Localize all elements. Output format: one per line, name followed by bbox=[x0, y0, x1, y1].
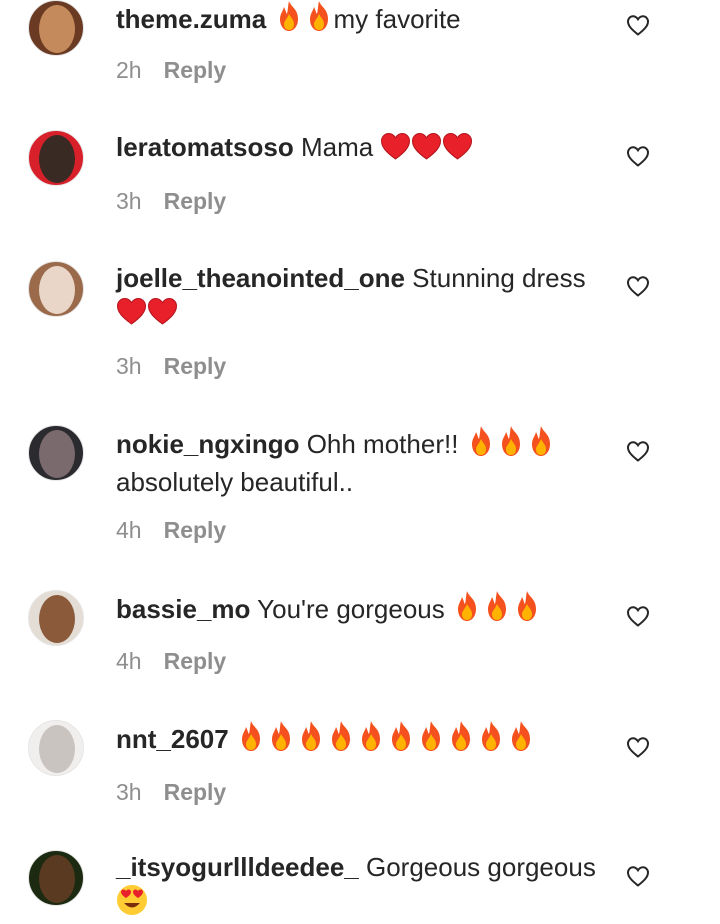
comment-text: Gorgeous gorgeous bbox=[358, 852, 596, 882]
comment-username[interactable]: leratomatsoso bbox=[116, 132, 294, 162]
fire-emoji-icon bbox=[304, 0, 334, 40]
emoji-group bbox=[452, 591, 542, 624]
avatar[interactable] bbox=[28, 720, 84, 776]
heart-eyes-emoji-icon bbox=[116, 884, 148, 924]
comment-time: 2h bbox=[116, 57, 142, 83]
emoji-group bbox=[274, 1, 334, 34]
comment-username[interactable]: nnt_2607 bbox=[116, 724, 229, 754]
comment-meta: 3h Reply bbox=[116, 779, 226, 806]
comment-username[interactable]: nokie_ngxingo bbox=[116, 429, 299, 459]
reply-button[interactable]: Reply bbox=[164, 57, 227, 83]
comment-meta: 4h Reply bbox=[116, 517, 226, 544]
fire-emoji-icon bbox=[506, 720, 536, 760]
avatar[interactable] bbox=[28, 850, 84, 906]
fire-emoji-icon bbox=[296, 720, 326, 760]
fire-emoji-icon bbox=[416, 720, 446, 760]
comment-meta: 2h Reply bbox=[116, 57, 226, 84]
fire-emoji-icon bbox=[274, 0, 304, 40]
fire-emoji-icon bbox=[356, 720, 386, 760]
red-heart-emoji-icon bbox=[442, 132, 473, 168]
comment-username[interactable]: joelle_theanointed_one bbox=[116, 263, 405, 293]
comment-body: bassie_mo You're gorgeous bbox=[116, 590, 596, 630]
comment-meta: 3h Reply bbox=[116, 188, 226, 215]
comment-time: 4h bbox=[116, 648, 142, 674]
reply-button[interactable]: Reply bbox=[164, 353, 227, 379]
comment-meta: 3h Reply bbox=[116, 353, 226, 380]
fire-emoji-icon bbox=[386, 720, 416, 760]
comment-time: 3h bbox=[116, 188, 142, 214]
fire-emoji-icon bbox=[266, 720, 296, 760]
comment-time: 3h bbox=[116, 353, 142, 379]
fire-emoji-icon bbox=[466, 425, 496, 465]
like-heart-icon[interactable] bbox=[626, 145, 650, 167]
comment-text bbox=[229, 724, 236, 754]
avatar[interactable] bbox=[28, 0, 84, 56]
fire-emoji-icon bbox=[482, 590, 512, 630]
fire-emoji-icon bbox=[512, 590, 542, 630]
comment-username[interactable]: bassie_mo bbox=[116, 594, 250, 624]
fire-emoji-icon bbox=[236, 720, 266, 760]
comment-meta: 4h Reply bbox=[116, 648, 226, 675]
emoji-group bbox=[466, 426, 556, 459]
like-heart-icon[interactable] bbox=[626, 605, 650, 627]
comment-time: 4h bbox=[116, 517, 142, 543]
emoji-group bbox=[380, 132, 473, 162]
red-heart-emoji-icon bbox=[116, 297, 147, 333]
comment-body: nnt_2607 bbox=[116, 720, 596, 760]
like-heart-icon[interactable] bbox=[626, 440, 650, 462]
emoji-group bbox=[116, 295, 596, 333]
like-heart-icon[interactable] bbox=[626, 14, 650, 36]
avatar[interactable] bbox=[28, 590, 84, 646]
avatar[interactable] bbox=[28, 130, 84, 186]
comment-body: _itsyogurllldeedee_ Gorgeous gorgeous bbox=[116, 850, 596, 924]
fire-emoji-icon bbox=[446, 720, 476, 760]
comment-body: nokie_ngxingo Ohh mother!! absolutely be… bbox=[116, 425, 596, 499]
comment-text: You're gorgeous bbox=[250, 594, 452, 624]
red-heart-emoji-icon bbox=[147, 297, 178, 333]
like-heart-icon[interactable] bbox=[626, 736, 650, 758]
comment-username[interactable]: theme.zuma bbox=[116, 4, 266, 34]
comment-text: absolutely beautiful.. bbox=[116, 467, 354, 497]
fire-emoji-icon bbox=[476, 720, 506, 760]
fire-emoji-icon bbox=[496, 425, 526, 465]
avatar[interactable] bbox=[28, 261, 84, 317]
like-heart-icon[interactable] bbox=[626, 275, 650, 297]
comment-body: theme.zuma my favorite bbox=[116, 0, 596, 40]
reply-button[interactable]: Reply bbox=[164, 517, 227, 543]
reply-button[interactable]: Reply bbox=[164, 779, 227, 805]
comment-body: joelle_theanointed_one Stunning dress bbox=[116, 261, 596, 333]
emoji-group bbox=[236, 721, 536, 754]
comment-text: Mama bbox=[293, 132, 381, 162]
reply-button[interactable]: Reply bbox=[164, 188, 227, 214]
fire-emoji-icon bbox=[326, 720, 356, 760]
like-heart-icon[interactable] bbox=[626, 865, 650, 887]
reply-button[interactable]: Reply bbox=[164, 648, 227, 674]
comment-body: leratomatsoso Mama bbox=[116, 130, 596, 168]
fire-emoji-icon bbox=[526, 425, 556, 465]
red-heart-emoji-icon bbox=[411, 132, 442, 168]
fire-emoji-icon bbox=[452, 590, 482, 630]
comment-text bbox=[266, 4, 273, 34]
comment-text: Stunning dress bbox=[404, 263, 586, 293]
comment-time: 3h bbox=[116, 779, 142, 805]
avatar[interactable] bbox=[28, 425, 84, 481]
comment-text: my favorite bbox=[333, 4, 461, 34]
comment-text: Ohh mother!! bbox=[299, 429, 466, 459]
red-heart-emoji-icon bbox=[380, 132, 411, 168]
comment-username[interactable]: _itsyogurllldeedee_ bbox=[116, 852, 359, 882]
emoji-group bbox=[116, 884, 596, 924]
